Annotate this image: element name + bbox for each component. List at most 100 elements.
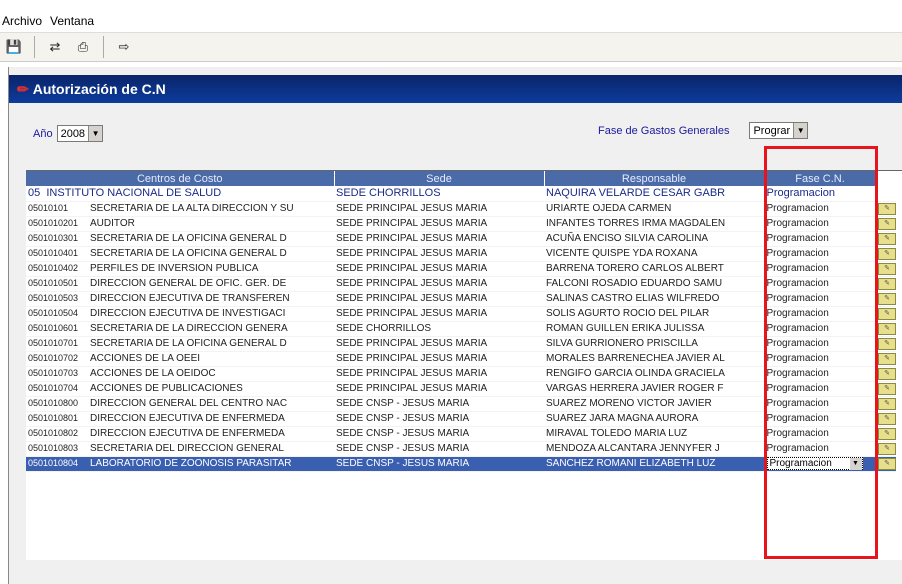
table-row[interactable]: 0501010800 DIRECCION GENERAL DEL CENTRO N… [26,396,896,412]
fase-cell: Programacion [763,276,876,292]
centro-name: PERFILES DE INVERSION PUBLICA [90,263,259,274]
edit-icon[interactable]: ✎ [878,353,896,365]
fase-cell: Programacion [763,261,876,277]
sede-cell: SEDE PRINCIPAL JESUS MARIA [334,231,544,247]
centro-name: SECRETARIA DEL DIRECCION GENERAL [90,443,284,454]
table-row[interactable]: 0501010402 PERFILES DE INVERSION PUBLICA S… [26,261,896,277]
responsable-cell: SOLIS AGURTO ROCIO DEL PILAR [544,306,764,322]
print-icon[interactable]: ⎙ [72,36,94,58]
table-row[interactable]: 0501010501 DIRECCION GENERAL DE OFIC. GER… [26,276,896,292]
edit-icon[interactable]: ✎ [878,458,896,470]
table-row[interactable]: 0501010703 ACCIONES DE LA OEIDOC SEDE PRIN… [26,366,896,382]
table-row[interactable]: 0501010503 DIRECCION EJECUTIVA DE TRANSFE… [26,291,896,307]
sede-cell: SEDE PRINCIPAL JESUS MARIA [334,381,544,397]
edit-cell: ✎ [876,351,896,367]
edit-icon[interactable]: ✎ [878,383,896,395]
edit-icon[interactable]: ✎ [878,263,896,275]
link-icon[interactable]: ⇄ [44,36,66,58]
responsable-cell: ACUÑA ENCISO SILVIA CAROLINA [544,231,764,247]
sede-cell: SEDE PRINCIPAL JESUS MARIA [334,216,544,232]
fase-select[interactable]: Prograr ▼ [749,122,809,139]
save-icon[interactable]: 💾 [3,36,25,58]
fase-value: Programacion [766,278,829,289]
responsable-cell: BARRENA TORERO CARLOS ALBERT [544,261,764,277]
chevron-down-icon[interactable]: ▼ [849,457,862,470]
fase-value: Programacion [766,368,829,379]
fase-cell: Programacion [763,336,876,352]
table-row[interactable]: 0501010801 DIRECCION EJECUTIVA DE ENFERME… [26,411,896,427]
table-row[interactable]: 0501010802 DIRECCION EJECUTIVA DE ENFERME… [26,426,896,442]
edit-icon[interactable]: ✎ [878,443,896,455]
col-header-fase[interactable]: Fase C.N. [764,171,877,186]
edit-icon[interactable]: ✎ [878,293,896,305]
table-row[interactable]: 0501010804 LABORATORIO DE ZOONOSIS PARASI… [26,456,896,472]
edit-cell: ✎ [876,216,896,232]
centro-cell: 0501010701 SECRETARIA DE LA OFICINA GENER… [26,336,334,352]
col-header-responsable[interactable]: Responsable [544,171,765,186]
edit-icon[interactable]: ✎ [878,368,896,380]
centro-cell: 0501010702 ACCIONES DE LA OEEI [26,351,334,367]
edit-icon[interactable]: ✎ [878,218,896,230]
fase-cell: Programacion [763,351,876,367]
toolbar-separator [103,36,104,58]
parent-code: 05 [28,187,41,200]
centro-code: 0501010601 [28,323,79,333]
responsable-cell: SALINAS CASTRO ELIAS WILFREDO [544,291,764,307]
edit-icon[interactable]: ✎ [878,398,896,410]
centro-code: 0501010801 [28,413,79,423]
menu-ventana[interactable]: Ventana [48,14,100,28]
table-row[interactable]: 05010101 SECRETARIA DE LA ALTA DIRECCION … [26,201,896,217]
centro-name: LABORATORIO DE ZOONOSIS PARASITAR [90,458,292,469]
centro-code: 0501010401 [28,248,79,258]
centro-cell: 0501010803 SECRETARIA DEL DIRECCION GENER… [26,441,334,457]
centro-code: 0501010802 [28,428,79,438]
edit-icon[interactable]: ✎ [878,428,896,440]
centro-name: SECRETARIA DE LA OFICINA GENERAL D [90,233,287,244]
edit-icon[interactable]: ✎ [878,233,896,245]
centro-cell: 0501010704 ACCIONES DE PUBLICACIONES [26,381,334,397]
pencil-icon: ✏ [17,80,29,97]
menu-archivo[interactable]: Archivo [0,14,48,28]
edit-icon[interactable]: ✎ [878,308,896,320]
centro-cell: 0501010504 DIRECCION EJECUTIVA DE INVESTI… [26,306,334,322]
responsable-cell: SANCHEZ ROMANI ELIZABETH LUZ [544,456,764,472]
edit-cell: ✎ [876,426,896,442]
table-row[interactable]: 0501010701 SECRETARIA DE LA OFICINA GENER… [26,336,896,352]
sede-cell: SEDE PRINCIPAL JESUS MARIA [334,366,544,382]
table-row[interactable]: 0501010702 ACCIONES DE LA OEEI SEDE PRINCI… [26,351,896,367]
table-row[interactable]: 0501010401 SECRETARIA DE LA OFICINA GENER… [26,246,896,262]
table-row[interactable]: 0501010201 AUDITOR SEDE PRINCIPAL JESUS MA… [26,216,896,232]
parent-name: INSTITUTO NACIONAL DE SALUD [46,187,222,200]
cost-center-grid: Centros de Costo Sede Responsable Fase C… [26,170,902,560]
fase-cell: Programacion ▼ [763,456,876,472]
edit-icon[interactable]: ✎ [878,338,896,350]
edit-icon[interactable]: ✎ [878,203,896,215]
chevron-down-icon[interactable]: ▼ [793,123,808,138]
col-header-sede[interactable]: Sede [334,171,545,186]
table-row-parent[interactable]: 05 INSTITUTO NACIONAL DE SALUD SEDE CHOR… [26,186,896,202]
table-row[interactable]: 0501010601 SECRETARIA DE LA DIRECCION GEN… [26,321,896,337]
responsable-cell: VICENTE QUISPE YDA ROXANA [544,246,764,262]
edit-cell: ✎ [876,381,896,397]
centro-code: 0501010804 [28,458,79,468]
edit-icon[interactable]: ✎ [878,323,896,335]
fase-cell: Programacion [763,441,876,457]
fase-value: Programacion [766,428,829,439]
table-row[interactable]: 0501010504 DIRECCION EJECUTIVA DE INVESTI… [26,306,896,322]
year-select[interactable]: 2008 ▼ [56,125,104,142]
table-row[interactable]: 0501010803 SECRETARIA DEL DIRECCION GENER… [26,441,896,457]
chevron-down-icon[interactable]: ▼ [88,126,103,141]
edit-icon[interactable]: ✎ [878,248,896,260]
fase-cell: Programacion [763,366,876,382]
exit-icon[interactable]: ⇨ [113,36,135,58]
table-row[interactable]: 0501010301 SECRETARIA DE LA OFICINA GENER… [26,231,896,247]
edit-icon[interactable]: ✎ [878,413,896,425]
centro-name: SECRETARIA DE LA OFICINA GENERAL D [90,338,287,349]
sede-cell: SEDE PRINCIPAL JESUS MARIA [334,201,544,217]
fase-value: Programacion [766,398,829,409]
edit-icon[interactable]: ✎ [878,278,896,290]
centro-cell: 0501010800 DIRECCION GENERAL DEL CENTRO N… [26,396,334,412]
col-header-centros[interactable]: Centros de Costo [26,171,335,186]
table-row[interactable]: 0501010704 ACCIONES DE PUBLICACIONES SEDE … [26,381,896,397]
fase-dropdown[interactable]: Programacion ▼ [766,457,863,470]
